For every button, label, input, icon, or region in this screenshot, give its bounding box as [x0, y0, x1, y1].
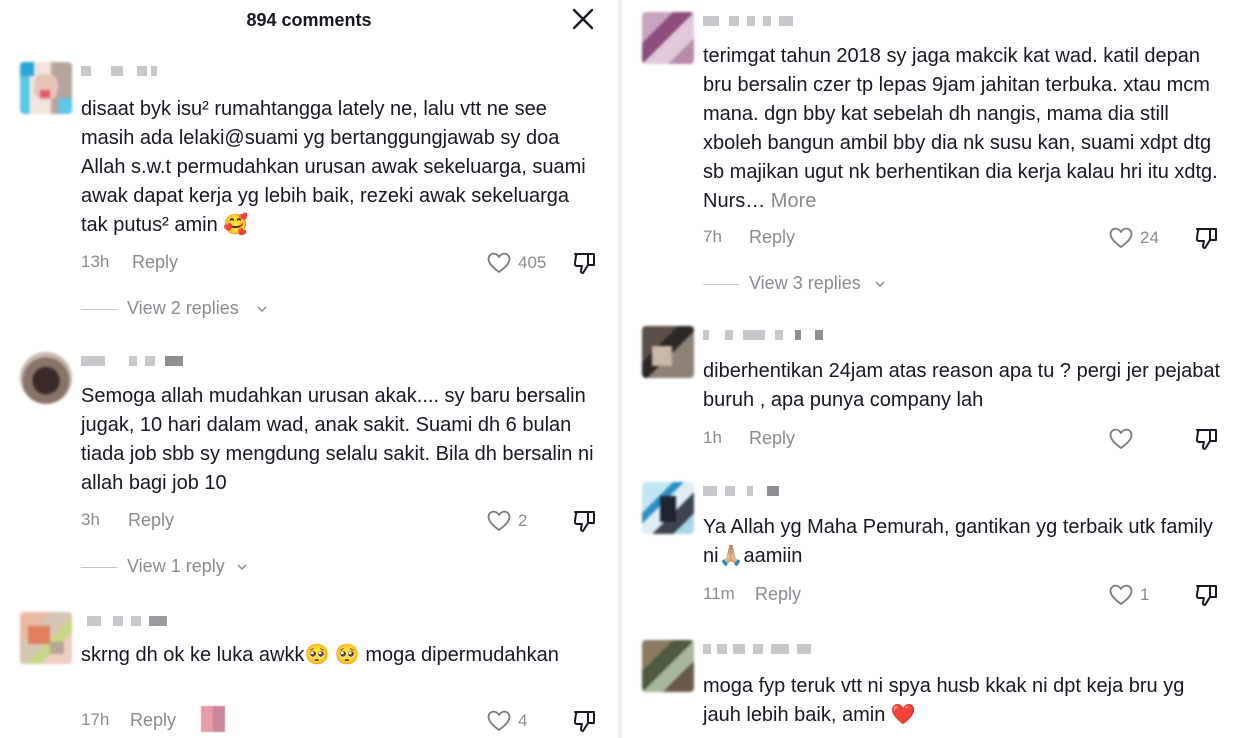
like-count: 405: [518, 253, 547, 272]
like-button[interactable]: 2: [486, 508, 556, 534]
comment-text: terimgat tahun 2018 sy jaga makcik kat w…: [703, 42, 1223, 216]
comment-time: 11m: [703, 584, 735, 603]
comment-time: 3h: [81, 510, 100, 529]
comments-header: 894 comments: [0, 0, 618, 40]
comment-text: disaat byk isu² rumahtangga lately ne, l…: [81, 98, 586, 236]
username-blurred[interactable]: [703, 16, 823, 28]
view-replies-button[interactable]: View 2 replies: [81, 298, 341, 320]
like-button[interactable]: 4: [486, 708, 556, 734]
view-replies-button[interactable]: View 3 replies: [703, 273, 963, 295]
reply-button[interactable]: Reply: [749, 227, 795, 248]
comment-time: 13h: [81, 252, 110, 271]
comment-meta: 17h Reply 4: [81, 706, 601, 734]
left-comments-panel: 894 comments disaat byk isu² rumahtangga…: [0, 0, 618, 738]
comment-item: skrng dh ok ke luka awkk🥺 🥺 moga dipermu…: [0, 612, 618, 738]
username-blurred[interactable]: [81, 66, 201, 78]
comment-time: 1h: [703, 428, 722, 447]
thumbs-down-icon[interactable]: [571, 508, 599, 534]
avatar[interactable]: [20, 612, 72, 664]
comment-meta: 3h Reply 2: [81, 508, 601, 534]
username-blurred[interactable]: [703, 644, 823, 656]
avatar[interactable]: [642, 482, 694, 534]
like-button[interactable]: [1108, 426, 1178, 452]
comment-meta: 11m Reply 1: [703, 582, 1223, 608]
like-count: 24: [1140, 228, 1159, 247]
username-blurred[interactable]: [703, 330, 823, 342]
comment-text: Ya Allah yg Maha Pemurah, gantikan yg te…: [703, 516, 1213, 567]
comment-time: 7h: [703, 227, 722, 246]
reply-button[interactable]: Reply: [755, 584, 801, 605]
thumbs-down-icon[interactable]: [1193, 426, 1221, 452]
comment-time: 17h: [81, 710, 110, 729]
chevron-down-icon: [875, 281, 885, 288]
heart-outline-icon: [1109, 227, 1133, 248]
thumbs-down-icon[interactable]: [571, 250, 599, 276]
view-replies-label: View 3 replies: [749, 273, 861, 293]
comment-item: diberhentikan 24jam atas reason apa tu ?…: [622, 326, 1240, 456]
comment-item: Ya Allah yg Maha Pemurah, gantikan yg te…: [622, 482, 1240, 612]
username-blurred[interactable]: [703, 486, 823, 498]
like-count: 4: [518, 711, 528, 730]
comment-item: terimgat tahun 2018 sy jaga makcik kat w…: [622, 12, 1240, 302]
divider-line: [81, 309, 117, 310]
like-button[interactable]: 24: [1108, 225, 1178, 251]
view-replies-button[interactable]: View 1 reply: [81, 556, 341, 578]
heart-outline-icon: [487, 710, 511, 731]
thumbs-down-icon[interactable]: [1193, 582, 1221, 608]
comment-text-body: terimgat tahun 2018 sy jaga makcik kat w…: [703, 45, 1218, 212]
chevron-down-icon: [257, 306, 267, 313]
like-button[interactable]: 1: [1108, 582, 1178, 608]
avatar[interactable]: [642, 12, 694, 64]
heart-outline-icon: [1109, 428, 1133, 449]
heart-outline-icon: [487, 252, 511, 273]
comments-count-title: 894 comments: [246, 10, 372, 30]
comment-item: disaat byk isu² rumahtangga lately ne, l…: [0, 62, 618, 322]
right-comments-panel: terimgat tahun 2018 sy jaga makcik kat w…: [622, 0, 1240, 738]
comment-text: skrng dh ok ke luka awkk🥺 🥺 moga dipermu…: [81, 644, 559, 666]
comment-meta: 7h Reply 24: [703, 225, 1223, 251]
comment-meta: 1h Reply: [703, 426, 1223, 452]
comment-item: Semoga allah mudahkan urusan akak.... sy…: [0, 352, 618, 582]
view-replies-label: View 2 replies: [127, 298, 239, 318]
divider-line: [703, 284, 739, 285]
like-button[interactable]: 405: [486, 250, 556, 276]
like-count: 1: [1140, 585, 1150, 604]
see-more-button[interactable]: More: [771, 190, 817, 212]
reply-button[interactable]: Reply: [130, 710, 176, 731]
comment-text: moga fyp teruk vtt ni spya husb kkak ni …: [703, 675, 1185, 726]
avatar[interactable]: [642, 326, 694, 378]
username-blurred[interactable]: [81, 356, 201, 368]
view-replies-label: View 1 reply: [127, 556, 225, 576]
chevron-down-icon: [237, 564, 247, 571]
like-count: 2: [518, 511, 528, 530]
heart-outline-icon: [487, 510, 511, 531]
comment-text: diberhentikan 24jam atas reason apa tu ?…: [703, 360, 1221, 411]
avatar[interactable]: [20, 62, 72, 114]
avatar[interactable]: [20, 352, 72, 404]
reply-button[interactable]: Reply: [749, 428, 795, 449]
creator-liked-avatar: [201, 706, 225, 732]
close-icon[interactable]: [570, 6, 596, 32]
username-blurred[interactable]: [81, 616, 201, 628]
divider-line: [81, 567, 117, 568]
reply-button[interactable]: Reply: [128, 510, 174, 531]
heart-outline-icon: [1109, 584, 1133, 605]
thumbs-down-icon[interactable]: [571, 708, 599, 734]
thumbs-down-icon[interactable]: [1193, 225, 1221, 251]
reply-button[interactable]: Reply: [132, 252, 178, 273]
comment-item: moga fyp teruk vtt ni spya husb kkak ni …: [622, 640, 1240, 738]
avatar[interactable]: [642, 640, 694, 692]
comment-text: Semoga allah mudahkan urusan akak.... sy…: [81, 385, 594, 494]
comment-meta: 13h Reply 405: [81, 250, 601, 276]
